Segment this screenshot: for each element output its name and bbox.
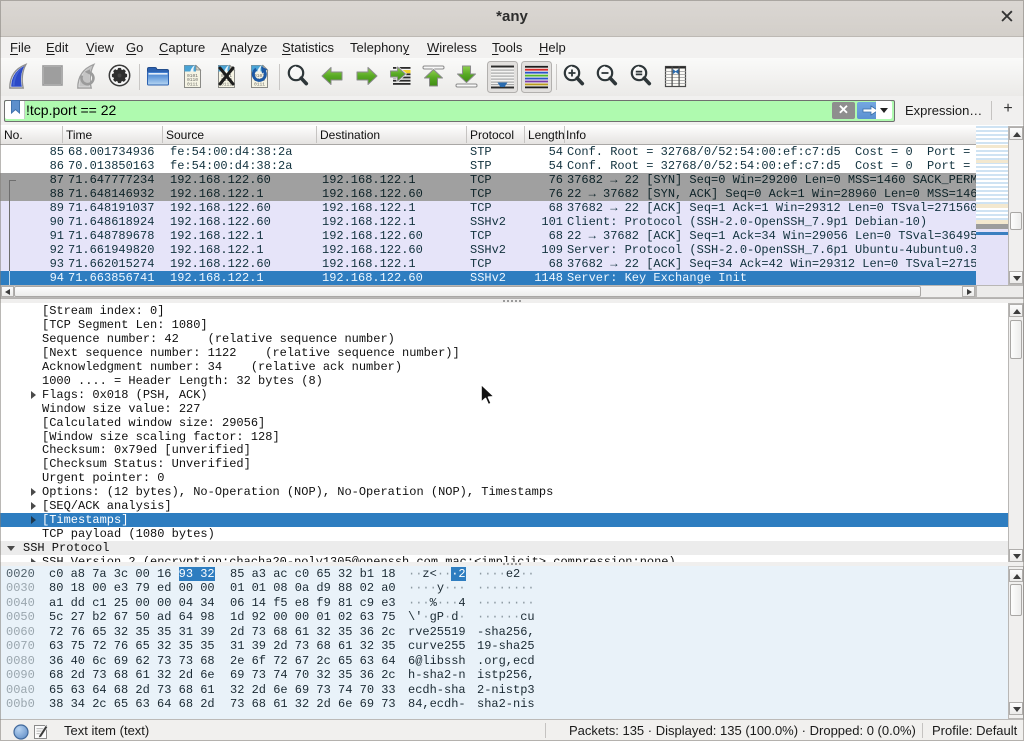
svg-text:0111: 0111 xyxy=(187,82,198,88)
svg-text:0111: 0111 xyxy=(254,82,265,88)
